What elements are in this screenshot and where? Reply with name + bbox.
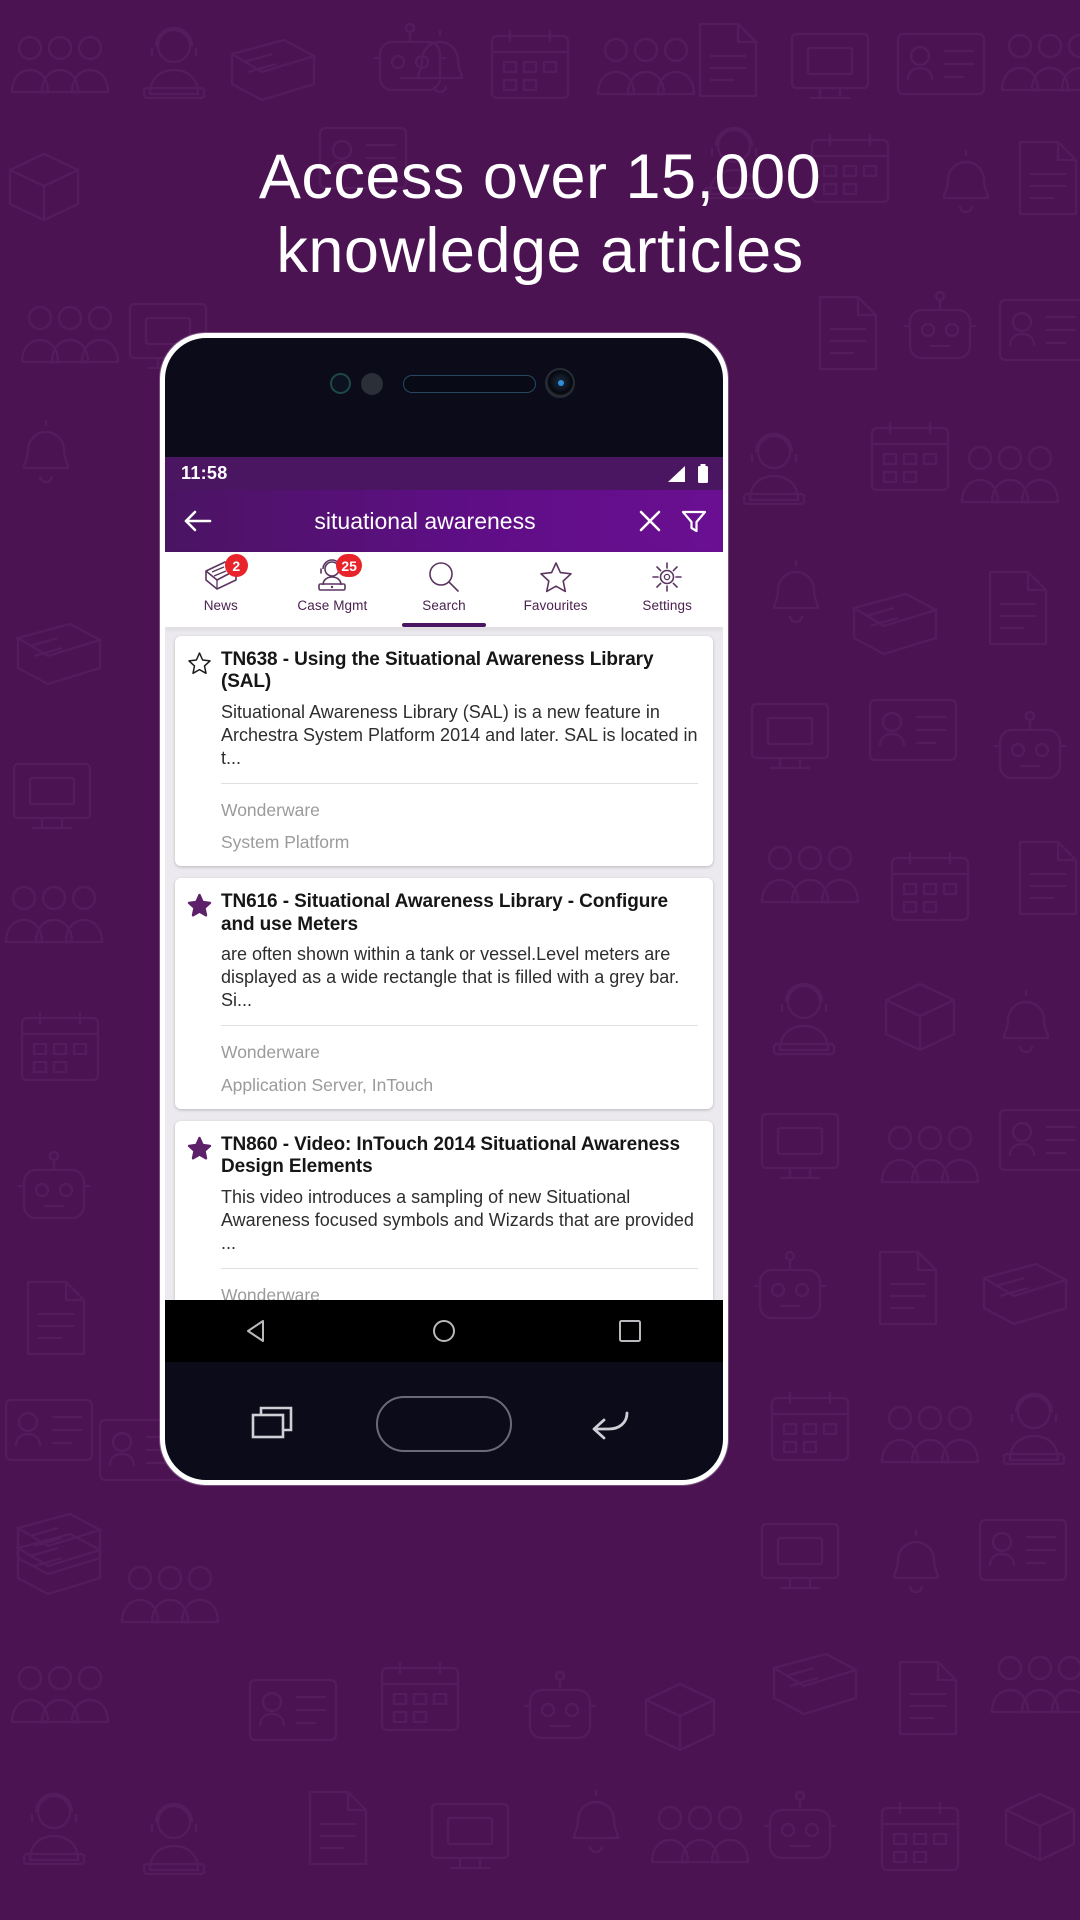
headline-line-2: knowledge articles: [276, 216, 804, 287]
proximity-sensor-icon: [330, 373, 351, 394]
status-bar: 11:58: [165, 457, 723, 490]
result-title: TN616 - Situational Awareness Library - …: [221, 891, 668, 935]
result-brand: Wonderware: [221, 799, 320, 820]
page-title: Access over 15,000 knowledge articles: [0, 140, 1080, 289]
tab-settings-label: Settings: [642, 598, 692, 613]
result-product: Application Server, InTouch: [221, 1074, 434, 1095]
result-meta: Wonderware InTouch: [221, 1269, 698, 1300]
earpiece-speaker: [403, 375, 536, 393]
back-icon[interactable]: [587, 1401, 639, 1447]
search-header: situational awareness: [165, 490, 723, 552]
result-card[interactable]: TN638 - Using the Situational Awareness …: [175, 636, 713, 867]
tab-search-label: Search: [422, 598, 466, 613]
tab-news-label: News: [203, 598, 238, 613]
home-button[interactable]: [375, 1395, 512, 1452]
result-card-header: TN616 - Situational Awareness Library - …: [187, 891, 698, 936]
result-card[interactable]: TN860 - Video: InTouch 2014 Situational …: [175, 1120, 713, 1300]
result-description: This video introduces a sampling of new …: [221, 1186, 694, 1253]
star-icon: [538, 559, 574, 595]
back-arrow-icon[interactable]: [181, 504, 215, 538]
tab-favourites-label: Favourites: [523, 598, 588, 613]
phone-hardware-buttons: [165, 1362, 723, 1480]
nav-back-triangle-icon[interactable]: [241, 1314, 275, 1348]
front-camera-icon: [545, 368, 575, 398]
tab-search[interactable]: Search: [388, 552, 500, 627]
favourite-star-filled-icon[interactable]: [187, 893, 212, 918]
result-product: System Platform: [221, 832, 350, 853]
result-meta: Wonderware Application Server, InTouch: [221, 1026, 698, 1105]
status-time: 11:58: [181, 463, 228, 483]
status-icons: [665, 463, 709, 484]
tab-settings[interactable]: Settings: [611, 552, 723, 627]
search-input[interactable]: situational awareness: [229, 508, 621, 535]
light-sensor-icon: [361, 373, 383, 395]
result-description: Situational Awareness Library (SAL) is a…: [221, 701, 698, 768]
gear-icon: [649, 559, 685, 595]
tab-case-mgmt-label: Case Mgmt: [297, 598, 368, 613]
tab-favourites[interactable]: Favourites: [500, 552, 612, 627]
close-x-icon[interactable]: [635, 506, 665, 536]
battery-icon: [698, 463, 708, 483]
nav-recents-square-icon[interactable]: [613, 1314, 647, 1348]
result-meta: Wonderware System Platform: [221, 784, 698, 863]
search-results-list[interactable]: TN638 - Using the Situational Awareness …: [165, 628, 723, 1300]
nav-home-circle-icon[interactable]: [427, 1314, 461, 1348]
search-icon: [426, 559, 462, 595]
result-title: TN860 - Video: InTouch 2014 Situational …: [221, 1133, 680, 1178]
news-badge: 2: [224, 554, 248, 577]
recents-icon[interactable]: [249, 1401, 301, 1447]
signal-bars-icon: [668, 465, 685, 482]
filter-funnel-icon[interactable]: [679, 506, 709, 536]
result-card-header: TN638 - Using the Situational Awareness …: [187, 649, 698, 694]
result-description: are often shown within a tank or vessel.…: [221, 944, 680, 1011]
android-nav-bar: [165, 1300, 723, 1362]
tab-bar: 2 News 25 Case Mgmt Search Favourites Se…: [165, 552, 723, 628]
favourite-star-filled-icon[interactable]: [187, 1136, 212, 1161]
result-title: TN638 - Using the Situational Awareness …: [221, 649, 654, 693]
favourite-star-outline-icon[interactable]: [187, 651, 212, 676]
phone-screen: 11:58 situational awareness 2 News 25 Ca…: [165, 457, 723, 1362]
result-card-header: TN860 - Video: InTouch 2014 Situational …: [187, 1134, 698, 1179]
case-mgmt-badge: 25: [336, 554, 362, 577]
tab-news[interactable]: 2 News: [165, 552, 277, 627]
result-brand: Wonderware: [221, 1042, 320, 1063]
tab-case-mgmt[interactable]: 25 Case Mgmt: [277, 552, 389, 627]
headline-line-1: Access over 15,000: [258, 142, 822, 212]
phone-mockup: 11:58 situational awareness 2 News 25 Ca…: [160, 333, 728, 1485]
result-card[interactable]: TN616 - Situational Awareness Library - …: [175, 878, 713, 1109]
result-brand: Wonderware: [221, 1284, 320, 1300]
